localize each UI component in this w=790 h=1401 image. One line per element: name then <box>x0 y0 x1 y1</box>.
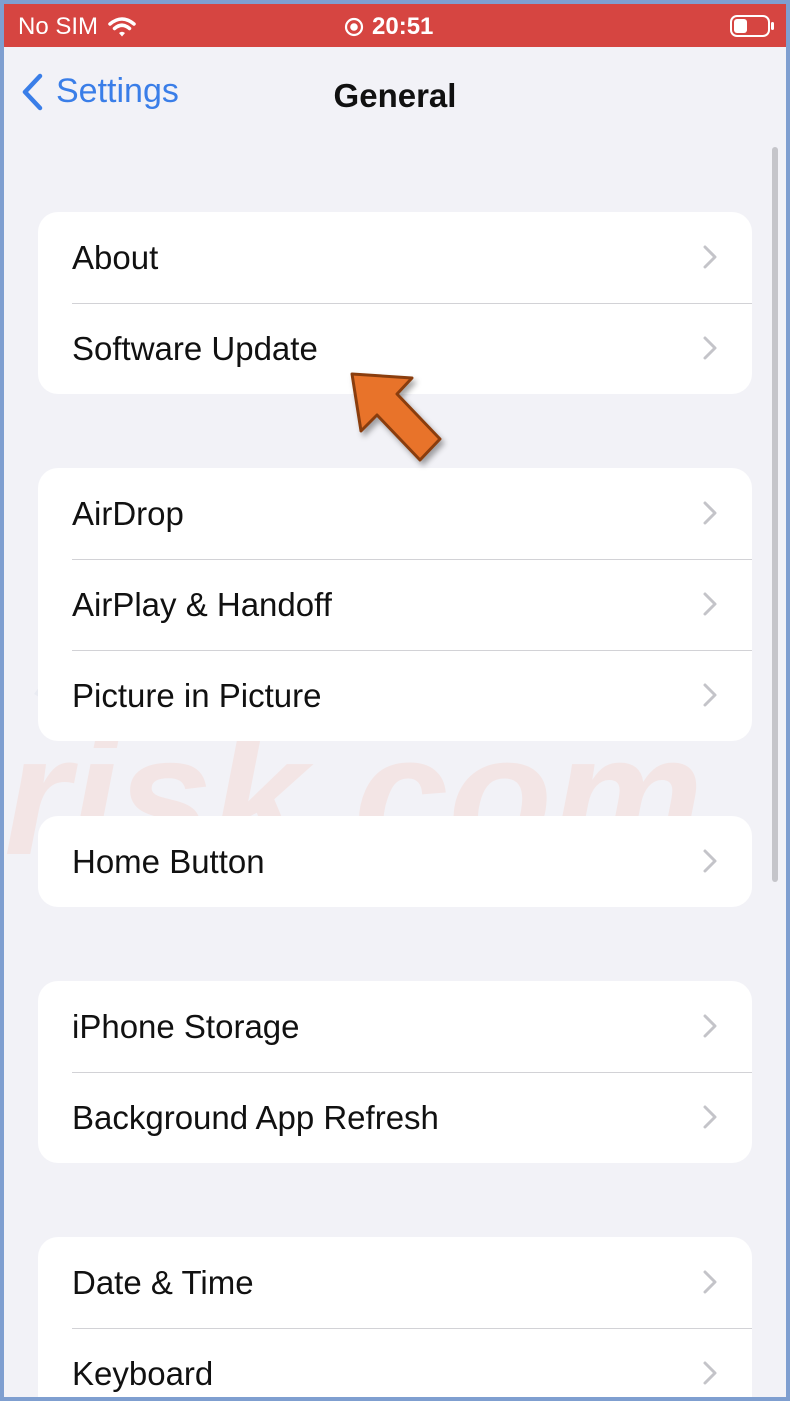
row-label: iPhone Storage <box>72 1007 300 1045</box>
row-label: Keyboard <box>72 1354 214 1392</box>
carrier-label: No SIM <box>18 13 99 40</box>
chevron-right-icon <box>703 592 717 616</box>
chevron-right-icon <box>703 245 717 269</box>
scroll-indicator[interactable] <box>772 147 778 882</box>
row-label: Picture in Picture <box>72 676 322 714</box>
location-icon <box>344 17 364 37</box>
settings-group-3: Home Button <box>38 816 752 907</box>
chevron-right-icon <box>703 1014 717 1038</box>
nav-bar: Settings General <box>4 47 786 147</box>
row-background-app-refresh[interactable]: Background App Refresh <box>38 1072 752 1163</box>
settings-group-5: Date & Time Keyboard <box>38 1237 752 1397</box>
row-date-time[interactable]: Date & Time <box>38 1237 752 1328</box>
chevron-right-icon <box>703 683 717 707</box>
row-label: Background App Refresh <box>72 1098 439 1136</box>
screen: PC risk.com No SIM 20:51 <box>4 4 786 1397</box>
row-label: Home Button <box>72 842 265 880</box>
row-label: Software Update <box>72 329 318 367</box>
row-about[interactable]: About <box>38 212 752 303</box>
chevron-right-icon <box>703 849 717 873</box>
row-label: Date & Time <box>72 1263 254 1301</box>
row-label: AirDrop <box>72 494 184 532</box>
settings-group-2: AirDrop AirPlay & Handoff Picture in Pic… <box>38 468 752 741</box>
row-airplay-handoff[interactable]: AirPlay & Handoff <box>38 559 752 650</box>
row-airdrop[interactable]: AirDrop <box>38 468 752 559</box>
chevron-right-icon <box>703 1361 717 1385</box>
wifi-icon <box>108 17 136 37</box>
settings-group-4: iPhone Storage Background App Refresh <box>38 981 752 1163</box>
row-keyboard[interactable]: Keyboard <box>38 1328 752 1397</box>
chevron-right-icon <box>703 501 717 525</box>
row-label: AirPlay & Handoff <box>72 585 332 623</box>
chevron-right-icon <box>703 1105 717 1129</box>
chevron-right-icon <box>703 336 717 360</box>
row-home-button[interactable]: Home Button <box>38 816 752 907</box>
arrow-pointer-icon <box>350 372 442 462</box>
row-picture-in-picture[interactable]: Picture in Picture <box>38 650 752 741</box>
status-time: 20:51 <box>372 13 434 40</box>
chevron-right-icon <box>703 1270 717 1294</box>
row-label: About <box>72 238 159 276</box>
page-title: General <box>333 77 457 114</box>
battery-icon <box>730 15 774 37</box>
status-bar: No SIM 20:51 <box>4 4 786 47</box>
row-iphone-storage[interactable]: iPhone Storage <box>38 981 752 1072</box>
